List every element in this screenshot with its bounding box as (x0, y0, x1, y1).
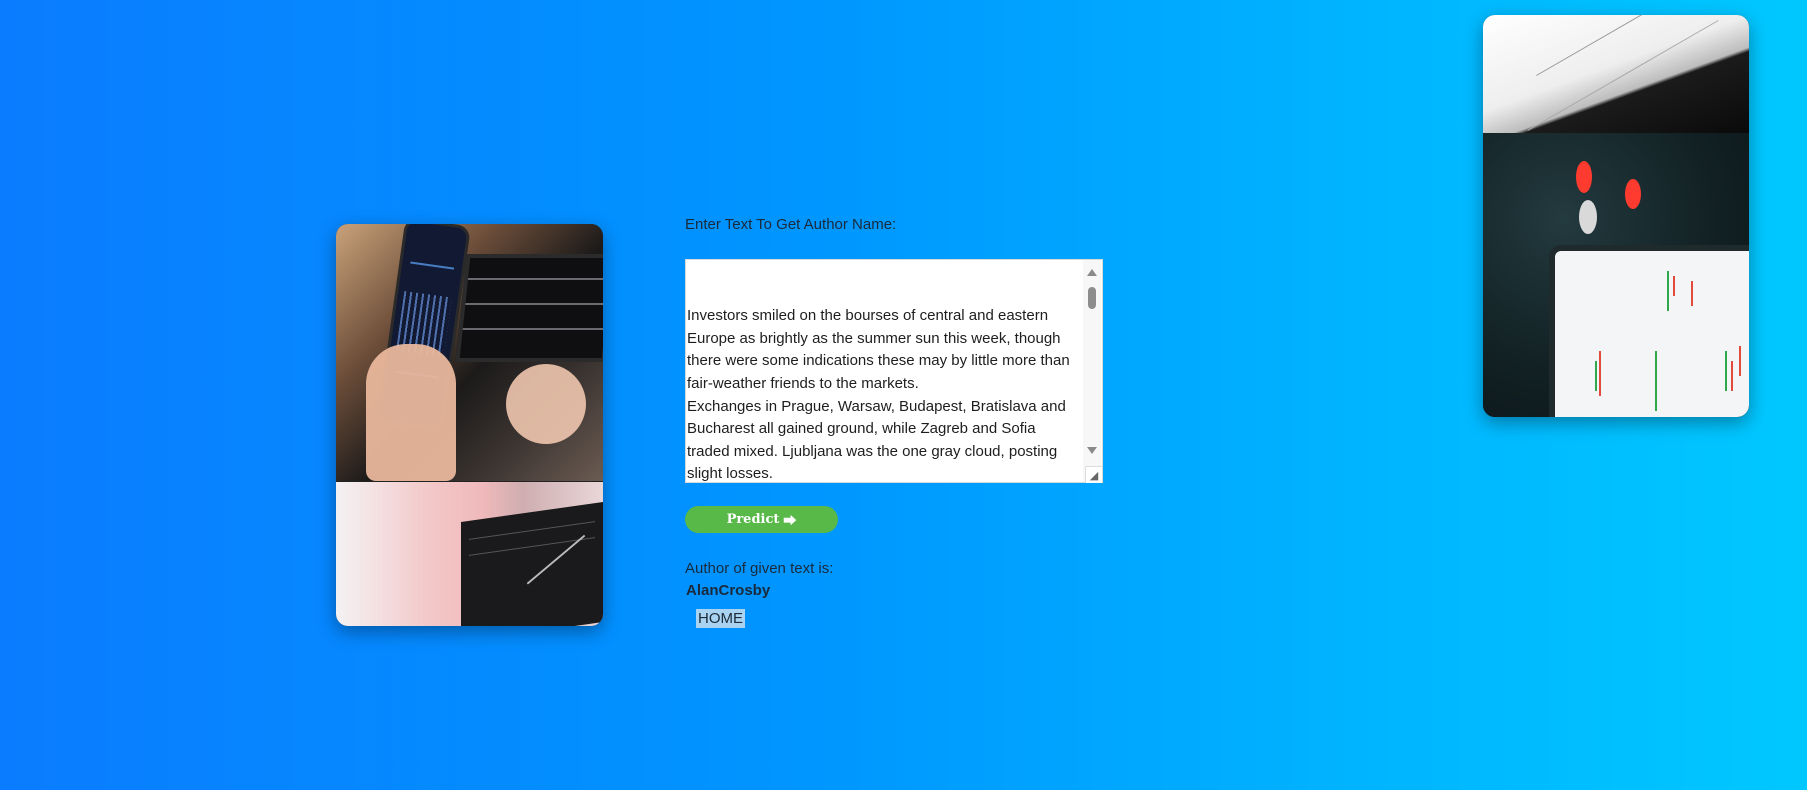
right-arrow-icon: ⮕ (783, 514, 797, 529)
prompt-label: Enter Text To Get Author Name: (685, 216, 897, 233)
home-link[interactable]: HOME (696, 609, 745, 628)
input-text-value: Investors smiled on the bourses of centr… (687, 307, 1070, 483)
resize-grip-icon[interactable]: ◢ (1085, 466, 1102, 483)
left-photo-card (336, 224, 603, 626)
monitor-screen-graphic (1555, 251, 1749, 417)
predict-button-label: Predict (726, 512, 780, 527)
laptop-graphic (461, 502, 603, 626)
laptop-screen-graphic (455, 254, 603, 362)
input-text-area[interactable]: Investors smiled on the bourses of centr… (685, 259, 1103, 483)
textarea-scrollbar[interactable] (1083, 260, 1101, 482)
predict-button[interactable]: Predict ⮕ (685, 506, 838, 533)
author-name-value: AlanCrosby (686, 582, 771, 599)
smartphone-trading-photo (336, 224, 603, 481)
scroll-down-arrow-icon[interactable] (1087, 447, 1097, 454)
hand-graphic (506, 364, 586, 444)
scroll-thumb[interactable] (1088, 287, 1096, 309)
laptop-chart-photo (336, 482, 603, 626)
right-photo-card (1483, 15, 1749, 417)
monitor-candlestick-photo (1483, 133, 1749, 417)
author-result-label: Author of given text is: (685, 560, 834, 577)
hand-graphic (366, 344, 456, 481)
scroll-up-arrow-icon[interactable] (1087, 269, 1097, 276)
chart-paper-laptop-photo (1483, 15, 1749, 133)
